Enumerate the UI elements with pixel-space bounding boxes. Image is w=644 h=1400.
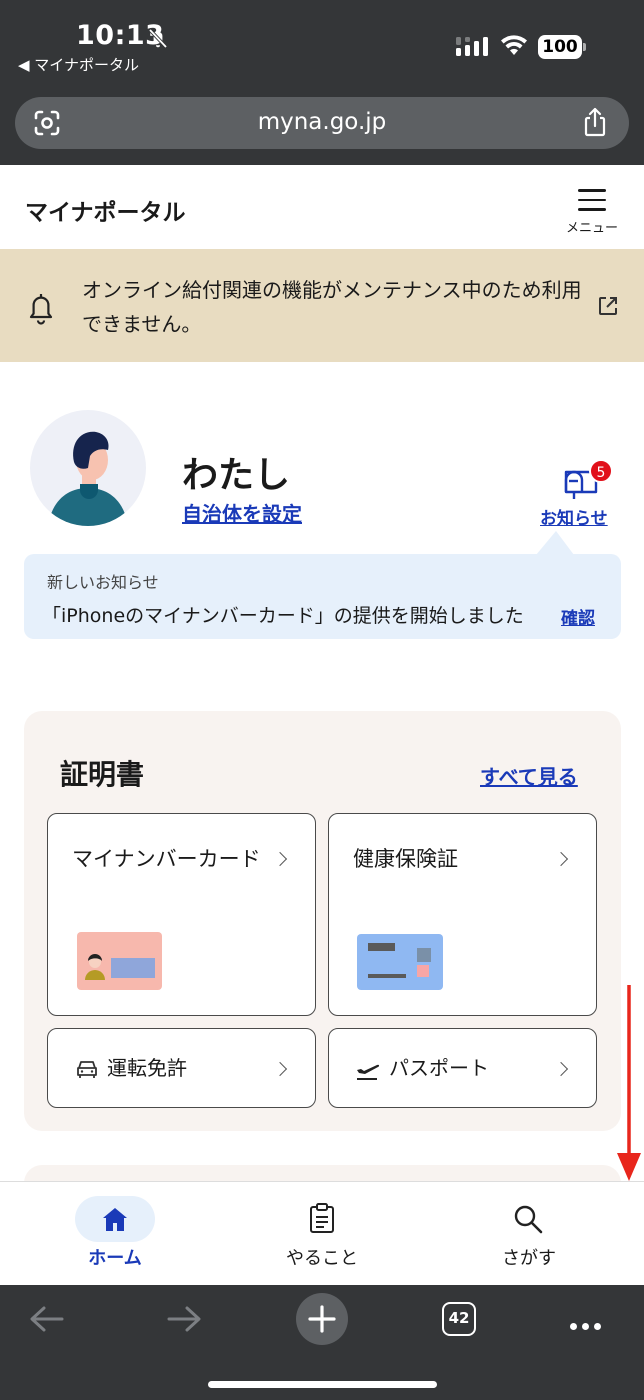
notices-link[interactable]: お知らせ (540, 504, 608, 529)
certificates-title: 証明書 (60, 758, 145, 791)
bell-icon (29, 294, 53, 325)
cellular-signal-icon (456, 37, 488, 56)
site-title[interactable]: マイナポータル (25, 193, 186, 227)
car-icon (77, 1061, 97, 1078)
url-text[interactable]: myna.go.jp (15, 109, 629, 135)
tab-todo[interactable]: やること (262, 1244, 382, 1270)
hamburger-icon (578, 189, 606, 211)
card-label: 運転免許 (107, 1056, 187, 1080)
new-notice-box[interactable]: 新しいお知らせ 「iPhoneのマイナンバーカード」の提供を開始しました 確認 (24, 554, 621, 639)
site-header: マイナポータル メニュー (0, 165, 644, 249)
more-options-icon[interactable] (570, 1315, 606, 1334)
plus-icon (308, 1305, 336, 1333)
health-insurance-tile[interactable]: 健康保険証 (328, 813, 597, 1016)
scroll-down-arrow-icon (617, 985, 641, 1181)
share-icon[interactable] (581, 107, 609, 137)
search-icon[interactable] (513, 1204, 543, 1234)
news-pointer (536, 531, 574, 555)
new-notice-label: 新しいお知らせ (47, 573, 159, 592)
external-link-icon[interactable] (597, 295, 619, 317)
chevron-right-icon (553, 1061, 569, 1077)
certificates-section: 証明書 すべて見る マイナンバーカード 健康保険証 運転免許 パスポート (24, 711, 621, 1131)
tab-home[interactable]: ホーム (55, 1244, 175, 1270)
browser-bottom-chrome: 42 (0, 1285, 644, 1400)
set-municipality-link[interactable]: 自治体を設定 (182, 498, 302, 527)
tab-switcher-button[interactable]: 42 (442, 1302, 476, 1336)
address-bar[interactable]: myna.go.jp (15, 97, 629, 149)
browser-top-chrome: 10:13 ◀ マイナポータル 100 myna.go.jp (0, 0, 644, 165)
maintenance-banner[interactable]: オンライン給付関連の機能がメンテナンス中のため利用できません。 (0, 249, 644, 362)
forward-arrow-icon[interactable] (165, 1304, 203, 1334)
chevron-right-icon (553, 851, 569, 867)
battery-icon: 100 (538, 35, 586, 59)
drivers-license-tile[interactable]: 運転免許 (47, 1028, 316, 1108)
see-all-link[interactable]: すべて見る (480, 761, 578, 790)
bell-slash-icon (148, 28, 168, 49)
chevron-right-icon (272, 1061, 288, 1077)
wifi-icon (501, 35, 527, 55)
confirm-link[interactable]: 確認 (561, 604, 595, 629)
bottom-tab-bar: ホーム やること さがす (0, 1181, 644, 1285)
back-to-app-link[interactable]: ◀ マイナポータル (18, 54, 139, 75)
clipboard-icon[interactable] (307, 1202, 337, 1234)
battery-level: 100 (538, 35, 582, 59)
avatar (30, 410, 146, 526)
new-notice-text: 「iPhoneのマイナンバーカード」の提供を開始しました (42, 605, 524, 627)
airplane-takeoff-icon (357, 1064, 380, 1080)
card-label: 健康保険証 (353, 847, 458, 871)
mynumber-card-tile[interactable]: マイナンバーカード (47, 813, 316, 1016)
menu-label: メニュー (565, 221, 618, 236)
home-indicator (208, 1381, 437, 1388)
mynumber-card-icon (77, 932, 162, 990)
card-label: パスポート (389, 1056, 489, 1080)
user-name: わたし (182, 455, 291, 496)
passport-tile[interactable]: パスポート (328, 1028, 597, 1108)
card-label: マイナンバーカード (72, 847, 261, 871)
back-arrow-icon[interactable] (28, 1304, 66, 1334)
notification-badge: 5 (589, 459, 613, 483)
banner-text: オンライン給付関連の機能がメンテナンス中のため利用できません。 (82, 278, 582, 336)
tab-search[interactable]: さがす (469, 1244, 589, 1270)
health-insurance-card-icon (357, 934, 443, 990)
menu-button[interactable]: メニュー (560, 185, 624, 236)
new-tab-button[interactable] (296, 1293, 348, 1345)
home-icon[interactable] (101, 1206, 129, 1232)
